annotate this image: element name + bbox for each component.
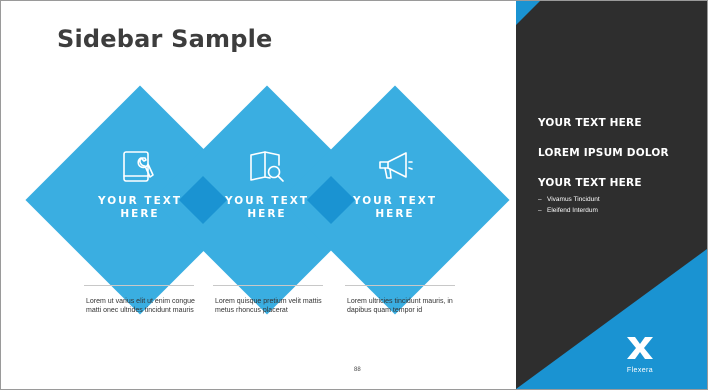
- wrench-tablet-icon: [123, 151, 154, 182]
- sidebar-heading-1: YOUR TEXT HERE: [538, 117, 642, 129]
- flexera-x-icon: [627, 337, 653, 359]
- megaphone-icon: [379, 152, 413, 179]
- description-2: Lorem quisque pretium velit mattis metus…: [215, 298, 322, 314]
- book-magnifier-icon: [250, 151, 284, 182]
- description-1: Lorem ut varius elit ut enim congue matt…: [86, 298, 195, 314]
- diamond-2-label: YOUR TEXT HERE: [224, 195, 309, 220]
- diamond-3-label: YOUR TEXT HERE: [352, 195, 437, 220]
- sidebar-bullet-text: Vivamus Tincidunt: [547, 196, 600, 203]
- diamond-group: YOUR TEXT HERE YOUR TEXT HERE YOUR TEXT …: [1, 1, 516, 389]
- sidebar-heading-2: LOREM IPSUM DOLOR: [538, 147, 669, 159]
- sidebar-bullet-item: – Eleifend Interdum: [538, 207, 598, 214]
- page-number: 88: [354, 367, 361, 373]
- flexera-logo: Flexera: [616, 335, 664, 374]
- description-3: Lorem ultricies tincidunt mauris, in dap…: [347, 298, 453, 314]
- diamond-2-content: YOUR TEXT HERE: [207, 147, 327, 221]
- sidebar: YOUR TEXT HERE LOREM IPSUM DOLOR YOUR TE…: [516, 1, 707, 389]
- diamond-1-label: YOUR TEXT HERE: [97, 195, 182, 220]
- sidebar-top-accent: [516, 1, 540, 25]
- sidebar-bullet-item: – Vivamus Tincidunt: [538, 196, 600, 203]
- divider-3: [345, 285, 455, 286]
- logo-text: Flexera: [626, 367, 654, 374]
- diamond-3-content: YOUR TEXT HERE: [335, 147, 455, 221]
- diamond-1-content: YOUR TEXT HERE: [80, 147, 200, 221]
- slide: Sidebar Sample YOUR TEXT HERE YOUR TEXT …: [0, 0, 708, 390]
- sidebar-bullet-list: – Vivamus Tincidunt – Eleifend Interdum: [538, 194, 600, 216]
- sidebar-bottom-accent: [516, 249, 707, 389]
- divider-1: [84, 285, 194, 286]
- divider-2: [213, 285, 323, 286]
- sidebar-heading-3: YOUR TEXT HERE: [538, 177, 642, 189]
- sidebar-bullet-text: Eleifend Interdum: [547, 207, 598, 214]
